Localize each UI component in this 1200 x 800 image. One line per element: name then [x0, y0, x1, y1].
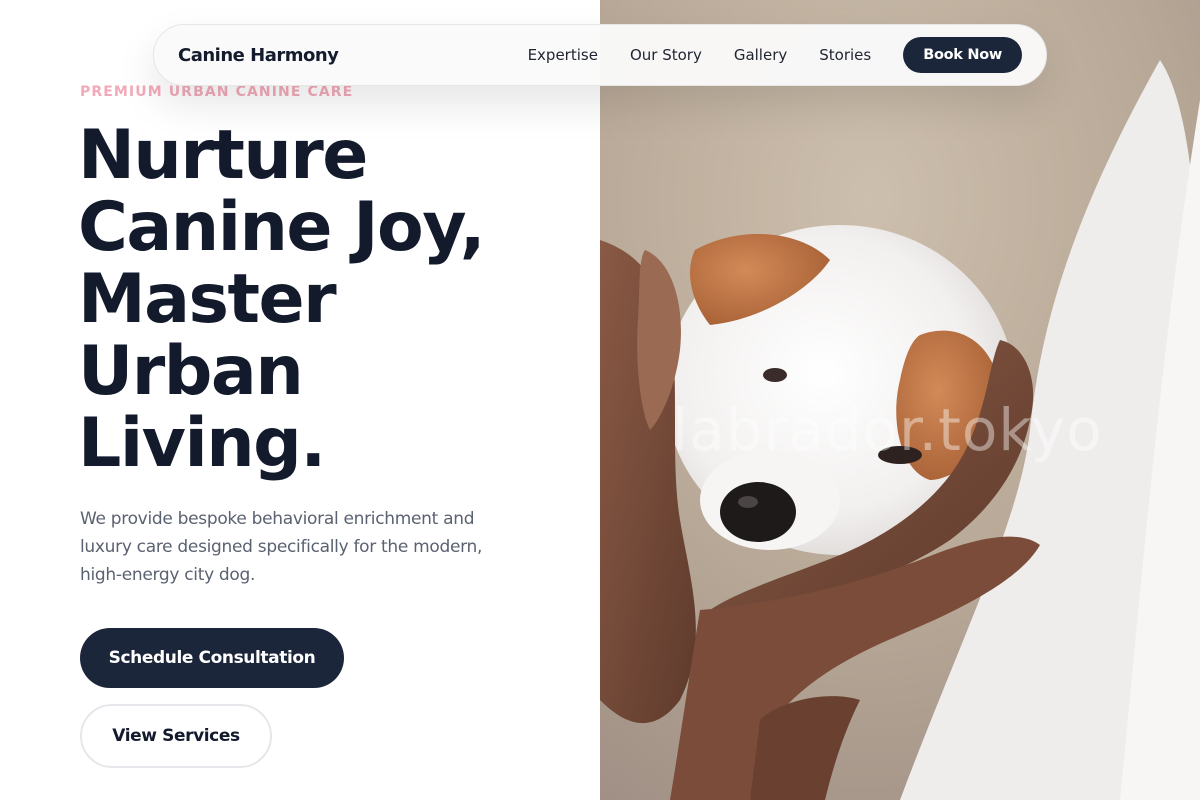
- headline-line-3: Master: [78, 260, 337, 339]
- headline-line-5: Living.: [78, 404, 326, 483]
- hero-description: We provide bespoke behavioral enrichment…: [80, 509, 483, 585]
- nav-link-expertise[interactable]: Expertise: [528, 46, 598, 64]
- headline-line-1: Nurture: [78, 116, 368, 195]
- top-navigation-bar: Canine Harmony Expertise Our Story Galle…: [153, 24, 1047, 86]
- schedule-consultation-button[interactable]: Schedule Consultation: [80, 628, 344, 688]
- nav-link-gallery[interactable]: Gallery: [734, 46, 787, 64]
- headline-line-4: Urban: [78, 332, 304, 411]
- nav-links: Expertise Our Story Gallery Stories Book…: [528, 37, 1022, 73]
- puppy-photo-illustration: [600, 0, 1200, 800]
- landing-page: labrador.tokyo Canine Harmony Expertise …: [0, 0, 1200, 800]
- headline-line-2: Canine Joy,: [78, 188, 486, 267]
- view-services-button[interactable]: View Services: [80, 704, 272, 768]
- hero-eyebrow: PREMIUM URBAN CANINE CARE: [80, 84, 354, 100]
- puppy-hero-image: [600, 0, 1200, 800]
- nav-link-our-story[interactable]: Our Story: [630, 46, 702, 64]
- brand-logo-text[interactable]: Canine Harmony: [178, 45, 339, 66]
- book-now-button[interactable]: Book Now: [903, 37, 1022, 73]
- nav-link-stories[interactable]: Stories: [819, 46, 871, 64]
- hero-headline: Nurture Canine Joy, Master Urban Living.: [78, 120, 578, 480]
